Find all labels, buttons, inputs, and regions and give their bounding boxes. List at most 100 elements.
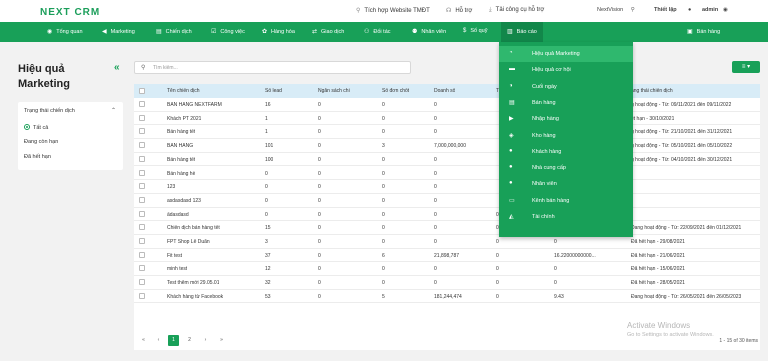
table-cell: 0 [434, 239, 437, 245]
report-menu-item-inventory[interactable]: ◈ Kho hàng [499, 128, 633, 144]
table-row[interactable]: BÁN HÀNG NEXTFARM 16 0 0 0 g hoạt động - Từ: … [134, 98, 760, 112]
table-row[interactable]: Khách hàng từ Facebook 53 0 5 181,244,474 0 9.… [134, 290, 760, 304]
row-checkbox[interactable] [139, 101, 145, 107]
table-cell[interactable]: Khách PT 2021 [167, 116, 201, 122]
table-cell: 0 [434, 266, 437, 273]
last-page-button[interactable]: » [216, 335, 227, 346]
table-cell[interactable]: Bán hàng hè [167, 171, 195, 177]
next-page-button[interactable]: › [200, 335, 211, 346]
nav-transactions[interactable]: ⇄ Giao dịch [312, 28, 344, 35]
report-menu-item-sales[interactable]: ▤ Bán hàng [499, 95, 633, 111]
row-checkbox[interactable] [139, 196, 145, 203]
collapse-sidebar-button[interactable]: « [114, 62, 120, 73]
first-page-button[interactable]: « [138, 335, 149, 346]
settings-link[interactable]: Thiết lập [654, 7, 677, 13]
page-2-button[interactable]: 2 [184, 335, 195, 346]
row-checkbox[interactable] [139, 155, 145, 162]
nav-tasks[interactable]: ☑ Công việc [211, 28, 245, 35]
row-checkbox[interactable] [139, 128, 145, 135]
col-orders[interactable]: Số đơn chốt [382, 88, 409, 94]
table-row[interactable]: Bán hàng tết 100 0 0 0 g hoạt động - Từ: 04/1… [134, 153, 760, 167]
nav-staff[interactable]: ⚉ Nhân viên [412, 28, 446, 35]
report-menu-item-staff[interactable]: ● Nhân viên [499, 176, 633, 192]
col-revenue[interactable]: Doanh số [434, 88, 455, 94]
table-cell[interactable]: Fit test [167, 253, 182, 259]
nav-sales[interactable]: ▣ Bán hàng [687, 28, 720, 35]
col-budget[interactable]: Ngân sách chi [318, 88, 350, 94]
col-status[interactable]: ạng thái chiến dịch [631, 88, 673, 94]
col-lead-count[interactable]: Số lead [265, 88, 282, 94]
row-checkbox[interactable] [139, 251, 145, 258]
nav-marketing[interactable]: ◀ Marketing [102, 28, 135, 35]
table-row[interactable]: Chiến dịch bán hàng tết1500000Đang hoạt … [134, 221, 760, 235]
table-row[interactable]: 123 0 0 0 0 [134, 180, 760, 194]
download-tools-link[interactable]: ⤓ Tải công cụ hỗ trợ [489, 7, 544, 14]
nav-reports[interactable]: ▥ Báo cáo [501, 22, 543, 42]
select-all-checkbox[interactable] [139, 88, 145, 94]
page-1-button[interactable]: 1 [168, 335, 179, 346]
report-menu: ◔ Hiệu quả Marketing ▬ Hiệu quả cơ hội ◑ Cuối… [499, 42, 633, 237]
nav-overview[interactable]: ◉ Tổng quan [47, 28, 83, 35]
row-checkbox[interactable] [139, 142, 145, 149]
table-cell[interactable]: 123 [167, 184, 175, 190]
table-cell[interactable]: ấdasdasd [167, 212, 189, 218]
search-input[interactable] [153, 64, 393, 72]
integration-link[interactable]: ⚲ Tích hợp Website TMĐT [356, 7, 430, 14]
report-menu-item-purchases[interactable]: ▶ Nhập hàng [499, 111, 633, 127]
report-menu-item-opportunity-effectiveness[interactable]: ▬ Hiệu quả cơ hội [499, 62, 633, 78]
nav-partners[interactable]: ⚇ Đối tác [364, 28, 391, 35]
row-checkbox[interactable] [139, 224, 145, 231]
row-checkbox[interactable] [139, 169, 145, 176]
filter-option-active[interactable]: Đang còn hạn [24, 139, 58, 145]
filter-option-all[interactable]: Tất cả [24, 124, 48, 131]
table-cell[interactable]: BÁN HÀNG NEXTFARM [167, 102, 222, 108]
support-link[interactable]: ☊ Hỗ trợ [446, 7, 472, 14]
table-cell[interactable]: FPT Shop Lê Duẩn [167, 239, 210, 245]
row-checkbox[interactable] [139, 279, 145, 286]
company-name[interactable]: NextVision ⚲ [597, 7, 635, 13]
report-menu-item-finance[interactable]: ◭ Tài chính [499, 209, 633, 225]
row-checkbox[interactable] [139, 238, 145, 244]
table-row[interactable]: minh test 12 0 0 0 0 0 Đã hết hạn - 15/06/2021 [134, 262, 760, 277]
row-checkbox[interactable] [139, 265, 145, 272]
table-cell[interactable]: Bán hàng tết [167, 129, 195, 135]
table-cell[interactable]: minh test [167, 266, 187, 272]
table-row[interactable]: BÁN HÀNG 101 0 3 7,000,000,000 g hoạt động - … [134, 139, 760, 153]
nav-cashbook[interactable]: $ Sổ quỹ [463, 28, 487, 34]
table-row[interactable]: FPT Shop Lê Duẩn 3 0 0 0 0 0 Đã hết hạn - 29/08… [134, 235, 760, 249]
table-cell[interactable]: Chiến dịch bán hàng tết [167, 225, 220, 231]
table-row[interactable]: Test thêm mới 29.05.01 32 0 0 0 0 0 Đã hết hạn … [134, 276, 760, 290]
table-row[interactable]: Bán hàng hè 0 0 0 0 [134, 167, 760, 181]
table-row[interactable]: Bán hàng tết 1 0 0 0 g hoạt động - Từ: 21/10/… [134, 125, 760, 140]
logo[interactable]: NEXT CRM [40, 7, 100, 18]
user-name[interactable]: admin [702, 7, 718, 13]
radio-selected[interactable] [24, 124, 30, 130]
table-row[interactable]: asdasdasd 123 0 0 0 0 [134, 194, 760, 208]
table-row[interactable]: ấdasdasd000000 [134, 208, 760, 222]
row-checkbox[interactable] [139, 183, 145, 190]
table-cell[interactable]: asdasdasd 123 [167, 198, 201, 204]
table-cell[interactable]: Khách hàng từ Facebook [167, 294, 223, 300]
prev-page-button[interactable]: ‹ [153, 335, 164, 346]
report-menu-item-sales-channels[interactable]: ▭ Kênh bán hàng [499, 193, 633, 209]
table-cell[interactable]: Bán hàng tết [167, 157, 195, 163]
report-menu-item-suppliers[interactable]: ● Nhà cung cấp [499, 160, 633, 176]
row-checkbox[interactable] [139, 210, 145, 217]
row-checkbox[interactable] [139, 114, 145, 121]
nav-goods[interactable]: ✿ Hàng hóa [262, 28, 295, 35]
row-checkbox[interactable] [139, 292, 145, 299]
report-menu-item-end-of-day[interactable]: ◑ Cuối ngày [499, 79, 633, 95]
table-cell[interactable]: Test thêm mới 29.05.01 [167, 280, 219, 286]
table-row[interactable]: Fit test 37 0 6 21,898,787 0 16.22000000000...… [134, 249, 760, 263]
table-cell[interactable]: BÁN HÀNG [167, 143, 193, 149]
filter-option-expired[interactable]: Đã hết hạn [24, 154, 51, 160]
table-row[interactable]: Khách PT 2021 1 0 0 0 ết hạn - 30/10/2021 [134, 112, 760, 126]
col-campaign-name[interactable]: Tên chiến dịch [167, 88, 200, 94]
report-menu-item-customers[interactable]: ● Khách hàng [499, 144, 633, 160]
nav-cashbook-label: Sổ quỹ [470, 28, 488, 34]
view-options-button[interactable]: ≡ ▾ [732, 61, 760, 73]
chevron-up-icon[interactable]: ⌃ [111, 107, 116, 114]
nav-campaign[interactable]: ▤ Chiến dịch [156, 28, 192, 35]
user-menu-icon[interactable]: ◉ [723, 7, 728, 13]
report-menu-item-marketing-effectiveness[interactable]: ◔ Hiệu quả Marketing [499, 46, 633, 62]
